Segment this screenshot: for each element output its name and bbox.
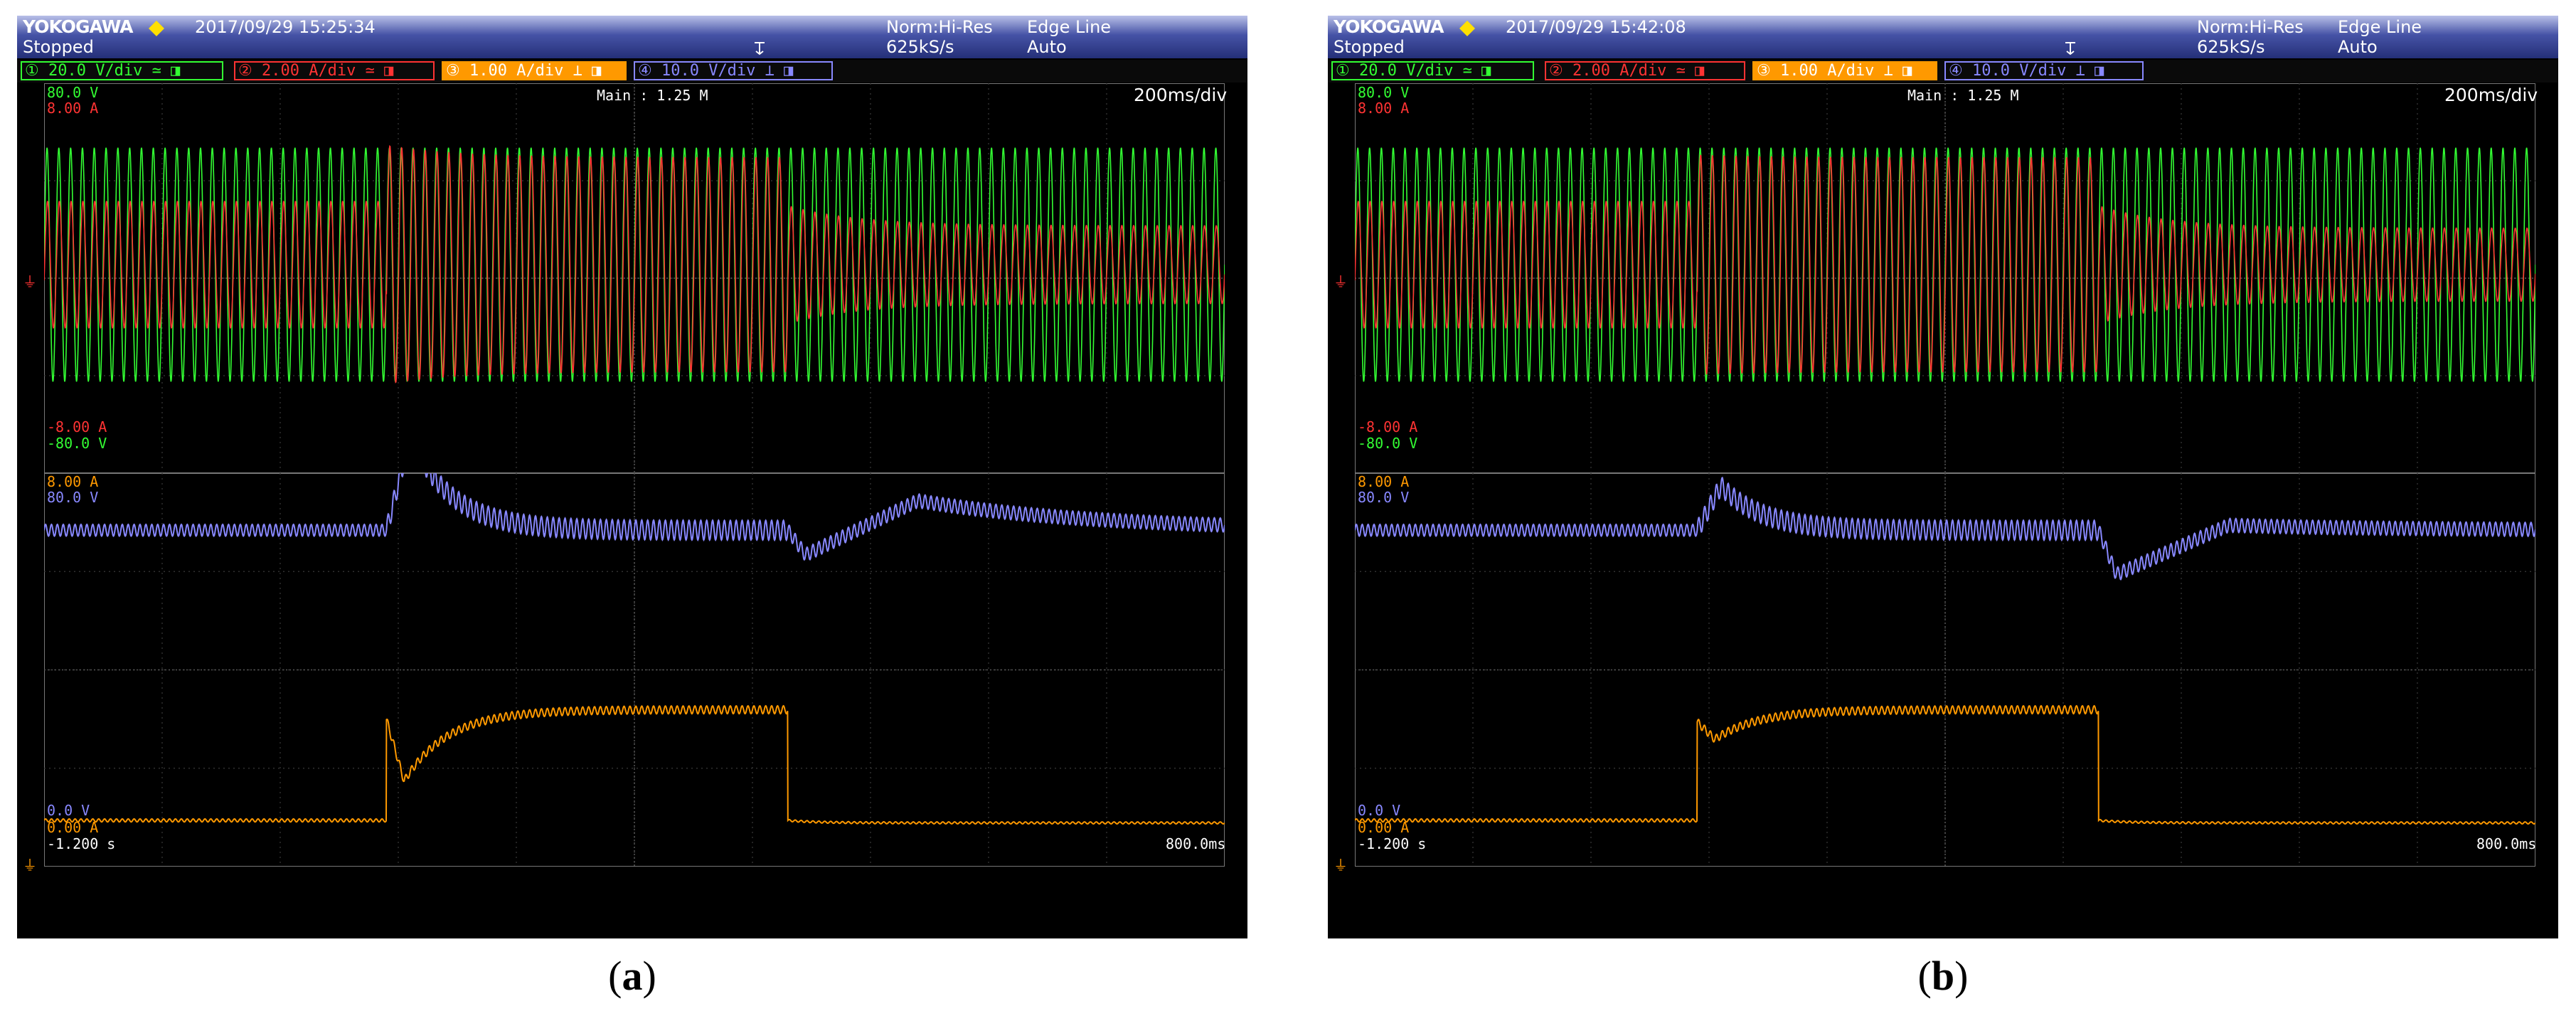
ground-marker-lower: ⏚	[23, 857, 37, 874]
scope-header: YOKOGAWA 2017/09/29 15:42:08 Stopped Nor…	[1328, 16, 2558, 58]
channel-number: ③	[446, 62, 469, 80]
coupling-ac-icon: ≃ ◨	[1666, 62, 1705, 80]
sample-rate: 625kS/s	[886, 37, 954, 57]
channel-number: ③	[1757, 62, 1780, 80]
time-start-label: -1.200 s	[47, 835, 116, 852]
acquisition-mode: Norm:Hi-Res	[2197, 17, 2304, 37]
yokogawa-diamond-icon	[149, 21, 164, 36]
yokogawa-diamond-icon	[1459, 21, 1475, 36]
record-length-label: Main : 1.25 M	[1907, 87, 2019, 104]
upper-waveform-panel	[44, 83, 1225, 473]
time-end-label: 800.0ms	[1166, 835, 1226, 852]
run-status: Stopped	[23, 37, 94, 57]
lower-waveform-panel	[44, 473, 1225, 867]
channel-bar: ① 20.0 V/div ≃ ◨ ② 2.00 A/div ≃ ◨ ③ 1.00 A…	[1328, 60, 2558, 83]
upper-waveform-panel	[1355, 83, 2535, 473]
channel-bar: ① 20.0 V/div ≃ ◨ ② 2.00 A/div ≃ ◨ ③ 1.00 A…	[17, 60, 1247, 83]
coupling-dc-icon: ⊥ ◨	[2066, 62, 2104, 80]
ch3-top-scale-label: 8.00 A	[1358, 473, 1410, 490]
ch3-bottom-scale-label: 0.00 A	[47, 819, 99, 836]
coupling-dc-icon: ⊥ ◨	[755, 62, 794, 80]
channel-scale: 20.0 V/div	[1358, 62, 1454, 80]
ch1-top-scale-label: 80.0 V	[47, 84, 99, 101]
channel-scale: 20.0 V/div	[48, 62, 143, 80]
datetime: 2017/09/29 15:25:34	[195, 17, 376, 37]
ground-marker-upper: ⏚	[23, 273, 37, 290]
channel-scale: 2.00 A/div	[261, 62, 356, 80]
coupling-ac-icon: ≃ ◨	[356, 62, 394, 80]
ch4-bottom-scale-label: 0.0 V	[47, 802, 90, 819]
ch2-top-scale-label: 8.00 A	[47, 100, 99, 117]
channel-2-indicator: ② 2.00 A/div ≃ ◨	[1545, 61, 1745, 80]
record-length-label: Main : 1.25 M	[597, 87, 708, 104]
time-end-label: 800.0ms	[2476, 835, 2537, 852]
ch2-top-scale-label: 8.00 A	[1358, 100, 1410, 117]
ground-marker-lower: ⏚	[1334, 857, 1348, 874]
scope-header: YOKOGAWA 2017/09/29 15:25:34 Stopped Nor…	[17, 16, 1247, 58]
caption-a: (a)	[608, 953, 656, 999]
oscilloscope-panel-a: YOKOGAWA 2017/09/29 15:25:34 Stopped Nor…	[17, 16, 1247, 938]
trigger-type: Edge Line	[1027, 17, 1112, 37]
trigger-mode: Auto	[1027, 37, 1067, 57]
channel-number: ④	[638, 62, 661, 80]
acquisition-mode: Norm:Hi-Res	[886, 17, 993, 37]
ch2-bottom-scale-label: -8.00 A	[1358, 418, 1418, 435]
ground-marker-upper: ⏚	[1334, 273, 1348, 290]
channel-number: ①	[1336, 62, 1359, 80]
trigger-level-icon	[2065, 42, 2075, 55]
channel-3-indicator: ③ 1.00 A/div ⊥ ◨	[442, 61, 627, 80]
channel-4-indicator: ④ 10.0 V/div ⊥ ◨	[1944, 61, 2144, 80]
ch3-bottom-scale-label: 0.00 A	[1358, 819, 1410, 836]
time-start-label: -1.200 s	[1358, 835, 1427, 852]
trigger-level-icon	[755, 42, 765, 55]
channel-number: ④	[1949, 62, 1972, 80]
oscilloscope-panel-b: YOKOGAWA 2017/09/29 15:42:08 Stopped Nor…	[1328, 16, 2558, 938]
ch3-top-scale-label: 8.00 A	[47, 473, 99, 490]
ch4-top-scale-label: 80.0 V	[47, 489, 99, 506]
channel-4-indicator: ④ 10.0 V/div ⊥ ◨	[634, 61, 833, 80]
ch1-bottom-scale-label: -80.0 V	[1358, 435, 1418, 452]
trigger-mode: Auto	[2338, 37, 2378, 57]
coupling-dc-icon: ⊥ ◨	[563, 62, 602, 80]
ch2-bottom-scale-label: -8.00 A	[47, 418, 107, 435]
trigger-type: Edge Line	[2338, 17, 2422, 37]
channel-1-indicator: ① 20.0 V/div ≃ ◨	[1331, 61, 1534, 80]
channel-number: ①	[25, 62, 48, 80]
channel-number: ②	[1549, 62, 1572, 80]
coupling-ac-icon: ≃ ◨	[1453, 62, 1491, 80]
run-status: Stopped	[1334, 37, 1405, 57]
lower-waveform-panel	[1355, 473, 2535, 867]
brand-logo: YOKOGAWA	[1334, 16, 1444, 37]
coupling-ac-icon: ≃ ◨	[142, 62, 181, 80]
channel-scale: 1.00 A/div	[469, 62, 564, 80]
timebase-label: 200ms/div	[2444, 85, 2538, 105]
timebase-label: 200ms/div	[1134, 85, 1228, 105]
caption-b: (b)	[1917, 953, 1969, 999]
channel-number: ②	[238, 62, 262, 80]
datetime: 2017/09/29 15:42:08	[1506, 17, 1686, 37]
ch4-bottom-scale-label: 0.0 V	[1358, 802, 1401, 819]
ch1-top-scale-label: 80.0 V	[1358, 84, 1410, 101]
ch4-top-scale-label: 80.0 V	[1358, 489, 1410, 506]
channel-1-indicator: ① 20.0 V/div ≃ ◨	[21, 61, 223, 80]
sample-rate: 625kS/s	[2197, 37, 2265, 57]
coupling-dc-icon: ⊥ ◨	[1874, 62, 1912, 80]
channel-3-indicator: ③ 1.00 A/div ⊥ ◨	[1752, 61, 1937, 80]
channel-scale: 1.00 A/div	[1779, 62, 1875, 80]
brand-logo: YOKOGAWA	[23, 16, 134, 37]
channel-scale: 10.0 V/div	[1971, 62, 2067, 80]
channel-scale: 2.00 A/div	[1572, 62, 1667, 80]
channel-2-indicator: ② 2.00 A/div ≃ ◨	[234, 61, 435, 80]
channel-scale: 10.0 V/div	[661, 62, 756, 80]
ch1-bottom-scale-label: -80.0 V	[47, 435, 107, 452]
